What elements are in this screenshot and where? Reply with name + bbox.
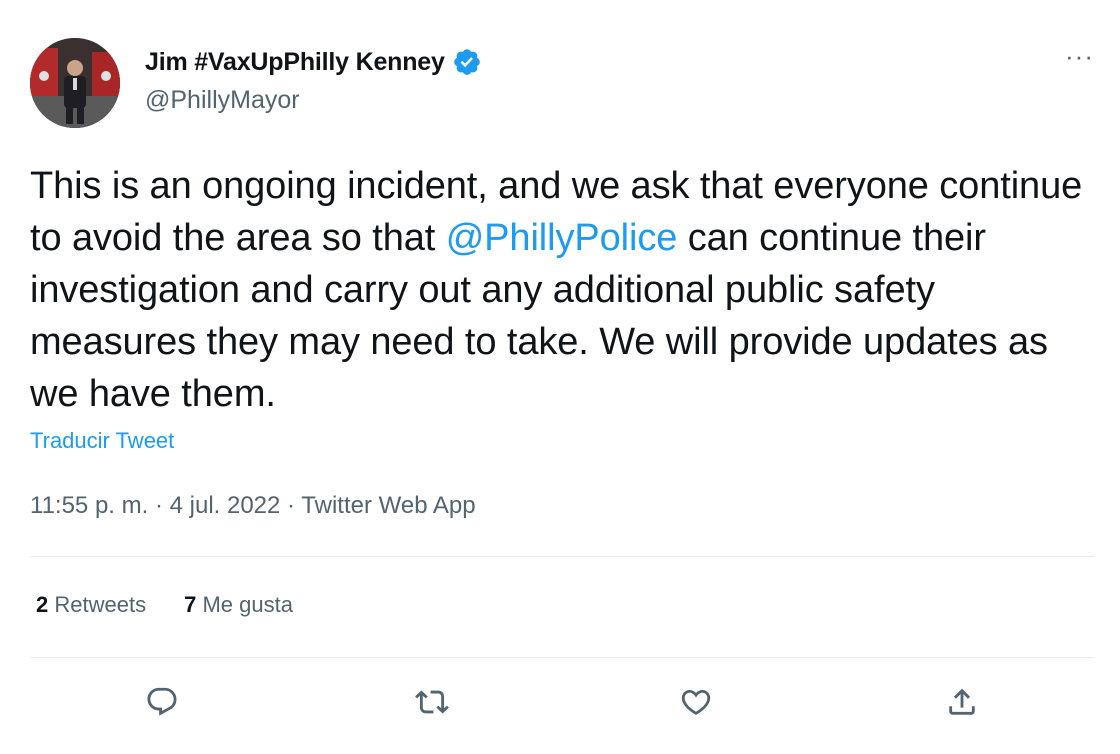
- more-options-icon[interactable]: ···: [1065, 43, 1094, 69]
- divider: [30, 657, 1094, 658]
- share-button[interactable]: [940, 680, 984, 724]
- translate-tweet-link[interactable]: Traducir Tweet: [30, 428, 174, 454]
- likes-count: 7: [184, 592, 197, 617]
- likes-stat[interactable]: 7 Me gusta: [184, 592, 293, 618]
- profile-photo: [30, 38, 120, 128]
- likes-label: Me gusta: [202, 592, 293, 617]
- display-name[interactable]: Jim #VaxUpPhilly Kenney: [145, 48, 445, 77]
- avatar[interactable]: [30, 38, 120, 128]
- like-button[interactable]: [674, 680, 718, 724]
- share-icon: [949, 688, 975, 715]
- verified-badge-icon: [452, 47, 482, 77]
- author-block: Jim #VaxUpPhilly Kenney @PhillyMayor: [145, 46, 482, 115]
- tweet-actions: [0, 680, 1120, 728]
- tweet-metadata: 11:55 p. m. · 4 jul. 2022 · Twitter Web …: [30, 492, 476, 520]
- retweets-label: Retweets: [54, 592, 147, 617]
- tweet-source[interactable]: Twitter Web App: [301, 492, 475, 519]
- reply-button[interactable]: [140, 680, 184, 724]
- divider: [30, 556, 1094, 557]
- mention-link[interactable]: @PhillyPolice: [446, 217, 678, 259]
- meta-separator: ·: [148, 492, 170, 519]
- retweets-stat[interactable]: 2 Retweets: [36, 592, 146, 618]
- retweet-button[interactable]: [410, 680, 454, 724]
- like-icon: [681, 689, 711, 715]
- meta-separator-2: ·: [280, 492, 302, 519]
- retweets-count: 2: [36, 592, 49, 617]
- tweet-time[interactable]: 11:55 p. m.: [30, 492, 148, 519]
- retweet-icon: [415, 690, 449, 714]
- tweet-stats: 2 Retweets 7 Me gusta: [36, 592, 331, 618]
- tweet-detail: Jim #VaxUpPhilly Kenney @PhillyMayor ···…: [0, 0, 1120, 754]
- name-row: Jim #VaxUpPhilly Kenney: [145, 46, 482, 78]
- reply-icon: [147, 687, 177, 716]
- tweet-text: This is an ongoing incident, and we ask …: [30, 160, 1090, 420]
- user-handle[interactable]: @PhillyMayor: [145, 86, 482, 115]
- tweet-date[interactable]: 4 jul. 2022: [170, 492, 281, 519]
